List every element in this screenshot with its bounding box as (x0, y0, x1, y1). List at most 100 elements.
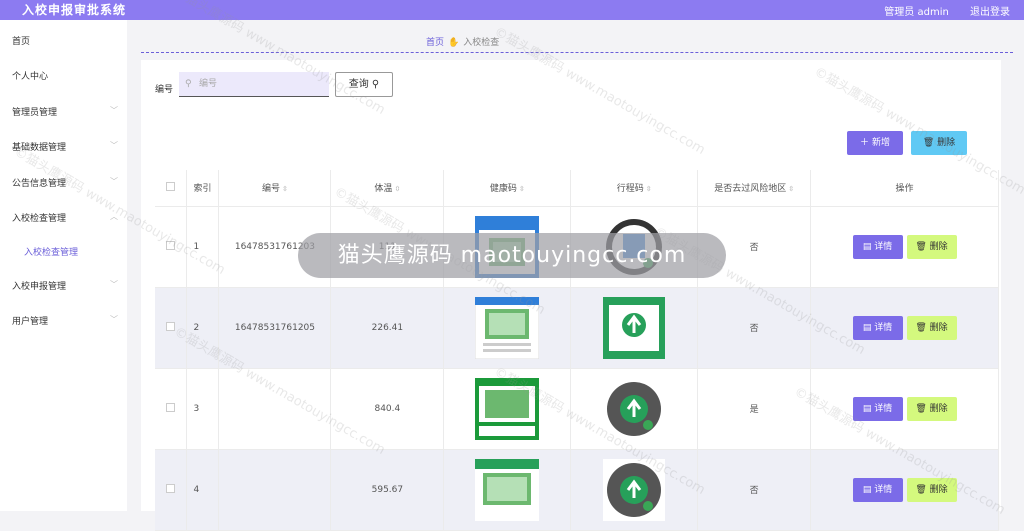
plus-icon: ＋ (860, 138, 870, 148)
row-index: 4 (186, 449, 220, 531)
table-row: 3 840.4 是 ▤ 详情 🗑 删除 (155, 368, 999, 450)
table-header: 索引 编号 ⇳ 体温 ⇳ 健康码 ⇳ 行程码 ⇳ 是否去过风险地区 ⇳ 操作 (155, 170, 999, 207)
col-number[interactable]: 编号 ⇳ (218, 170, 332, 207)
breadcrumb: 首页 ✋ 入校检查 (426, 35, 499, 48)
doc-icon: ▤ (862, 484, 872, 495)
table-row: 2 16478531761205 226.41 否 ▤ 详情 🗑 删除 (155, 287, 999, 369)
row-index: 3 (186, 368, 220, 450)
health-code-image (475, 458, 540, 521)
sort-icon[interactable]: ⇳ (282, 185, 288, 193)
doc-icon: ▤ (862, 241, 872, 252)
detail-button[interactable]: ▤ 详情 (852, 477, 903, 502)
delete-button[interactable]: 🗑 删除 (906, 396, 957, 421)
sidebar-item-check[interactable]: 入校检查管理 ︿ (12, 211, 118, 224)
row-risk: 否 (697, 287, 812, 369)
sidebar-item-users[interactable]: 用户管理 ﹀ (12, 314, 118, 327)
col-temp[interactable]: 体温 ⇳ (330, 170, 445, 207)
query-button[interactable]: 查询 ⚲ (335, 72, 393, 97)
detail-button[interactable]: ▤ 详情 (852, 315, 903, 340)
sidebar-item-declare[interactable]: 入校申报管理 ﹀ (12, 279, 118, 292)
trash-icon: 🗑 (915, 484, 927, 495)
divider (141, 52, 1013, 53)
row-risk: 否 (697, 449, 812, 531)
trash-icon: 🗑 (915, 241, 927, 252)
trip-code-image (570, 449, 699, 531)
sidebar-item-notice[interactable]: 公告信息管理 ﹀ (12, 176, 118, 189)
row-actions: ▤ 详情 🗑 删除 (810, 206, 999, 288)
watermark-overlay: 猫头鹰源码 maotouyingcc.com (298, 233, 726, 278)
health-code-image (443, 368, 572, 450)
trip-code-image (603, 296, 666, 359)
add-button[interactable]: ＋ 新增 (847, 131, 903, 155)
trip-code-image (570, 368, 699, 450)
select-all-checkbox[interactable] (155, 170, 188, 207)
app-title: 入校申报审批系统 (22, 3, 127, 17)
top-bar-right: 管理员 admin 退出登录 (866, 3, 1010, 18)
health-code-image (443, 287, 572, 369)
col-actions: 操作 (810, 170, 999, 207)
sort-icon[interactable]: ⇳ (519, 185, 525, 193)
trash-icon: 🗑 (915, 322, 927, 333)
health-code-image (475, 377, 540, 440)
doc-icon: ▤ (862, 322, 872, 333)
row-index: 1 (186, 206, 220, 288)
sidebar-item-profile[interactable]: 个人中心 (12, 69, 118, 82)
row-number (218, 368, 332, 450)
row-number (218, 449, 332, 531)
chevron-down-icon: ﹀ (110, 315, 118, 324)
table-row: 4 595.67 否 ▤ 详情 🗑 删除 (155, 449, 999, 531)
row-temp: 226.41 (330, 287, 445, 369)
sidebar-item-home[interactable]: 首页 (12, 34, 118, 47)
trip-code-image (603, 458, 666, 521)
col-health-code[interactable]: 健康码 ⇳ (443, 170, 572, 207)
row-checkbox[interactable] (155, 287, 188, 369)
row-checkbox[interactable] (155, 206, 188, 288)
delete-button[interactable]: 🗑 删除 (906, 315, 957, 340)
sidebar-item-base-data[interactable]: 基础数据管理 ﹀ (12, 140, 118, 153)
chevron-down-icon: ﹀ (110, 280, 118, 289)
trip-code-image (603, 377, 666, 440)
row-checkbox[interactable] (155, 449, 188, 531)
sort-icon[interactable]: ⇳ (394, 185, 400, 193)
breadcrumb-current: 入校检查 (463, 38, 500, 48)
row-actions: ▤ 详情 🗑 删除 (810, 287, 999, 369)
row-actions: ▤ 详情 🗑 删除 (810, 368, 999, 450)
top-bar: 入校申报审批系统 管理员 admin 退出登录 (0, 0, 1024, 20)
delete-button[interactable]: 🗑 删除 (906, 477, 957, 502)
batch-delete-button[interactable]: 🗑 删除 (911, 131, 967, 155)
search-label: 编号 (155, 85, 174, 95)
health-code-image (475, 296, 540, 359)
row-actions: ▤ 详情 🗑 删除 (810, 449, 999, 531)
search-input[interactable] (179, 72, 329, 97)
sidebar-item-admin[interactable]: 管理员管理 ﹀ (12, 105, 118, 118)
col-risk-area[interactable]: 是否去过风险地区 ⇳ (697, 170, 812, 207)
sort-icon[interactable]: ⇳ (788, 185, 794, 193)
trip-code-image (570, 287, 699, 369)
delete-button[interactable]: 🗑 删除 (906, 234, 957, 259)
row-number: 16478531761205 (218, 287, 332, 369)
sort-icon[interactable]: ⇳ (646, 185, 652, 193)
row-index: 2 (186, 287, 220, 369)
chevron-up-icon: ︿ (110, 212, 118, 221)
chevron-down-icon: ﹀ (110, 177, 118, 186)
content-panel: 编号 ⚲ 查询 ⚲ ＋ 新增 🗑 删除 索引 编号⇳ 体温⇳ 健康码⇳ 行程码⇳… (141, 60, 1001, 531)
current-user: 管理员 admin (884, 7, 949, 18)
col-index: 索引 (186, 170, 220, 207)
search-icon: ⚲ (185, 79, 192, 89)
sidebar-subitem-check[interactable]: 入校检查管理 (24, 245, 78, 258)
data-table: 索引 编号 ⇳ 体温 ⇳ 健康码 ⇳ 行程码 ⇳ 是否去过风险地区 ⇳ 操作 1 1647… (155, 170, 999, 531)
doc-icon: ▤ (862, 403, 872, 414)
logout-link[interactable]: 退出登录 (970, 7, 1010, 18)
detail-button[interactable]: ▤ 详情 (852, 234, 903, 259)
breadcrumb-home[interactable]: 首页 (426, 38, 444, 48)
trash-icon: 🗑 (915, 403, 927, 414)
col-trip-code[interactable]: 行程码 ⇳ (570, 170, 699, 207)
chevron-down-icon: ﹀ (110, 141, 118, 150)
row-checkbox[interactable] (155, 368, 188, 450)
health-code-image (443, 449, 572, 531)
search-icon: ⚲ (371, 79, 380, 90)
row-temp: 840.4 (330, 368, 445, 450)
row-risk: 是 (697, 368, 812, 450)
chevron-down-icon: ﹀ (110, 106, 118, 115)
detail-button[interactable]: ▤ 详情 (852, 396, 903, 421)
